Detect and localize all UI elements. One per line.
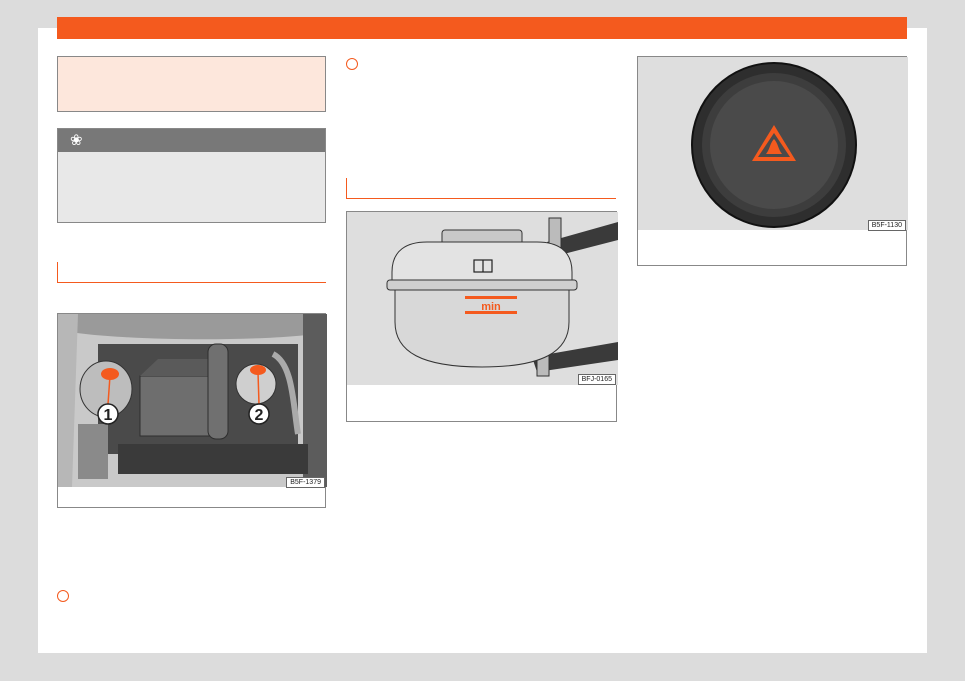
callout-2: 2: [255, 407, 264, 424]
section-divider: [57, 282, 326, 283]
section-divider-tick: [57, 262, 58, 283]
environment-note-header: ❀: [58, 129, 325, 152]
section-divider-tick: [346, 178, 347, 199]
list-marker: [57, 590, 69, 602]
list-marker: [346, 58, 358, 70]
figure-code: B5F-1379: [286, 477, 325, 488]
figure-coolant-cap: B5F-1130: [637, 56, 908, 266]
environment-note-box: ❀: [57, 128, 326, 223]
flower-icon: ❀: [70, 132, 83, 149]
callout-1: 1: [104, 407, 113, 424]
top-accent-bar: [57, 17, 907, 39]
coolant-tank-illustration: min: [347, 212, 618, 385]
coolant-cap-illustration: [638, 57, 908, 230]
figure-code: BFJ-0165: [577, 374, 616, 385]
section-divider: [346, 198, 616, 199]
min-mark-label: min: [481, 301, 501, 313]
figure-engine-bay: 1 2 B5F-1379: [57, 313, 327, 508]
figure-code: B5F-1130: [867, 220, 906, 231]
figure-coolant-tank: min BFJ-0165: [346, 211, 618, 422]
engine-bay-illustration: 1 2: [58, 314, 327, 487]
note-box: [57, 56, 326, 112]
